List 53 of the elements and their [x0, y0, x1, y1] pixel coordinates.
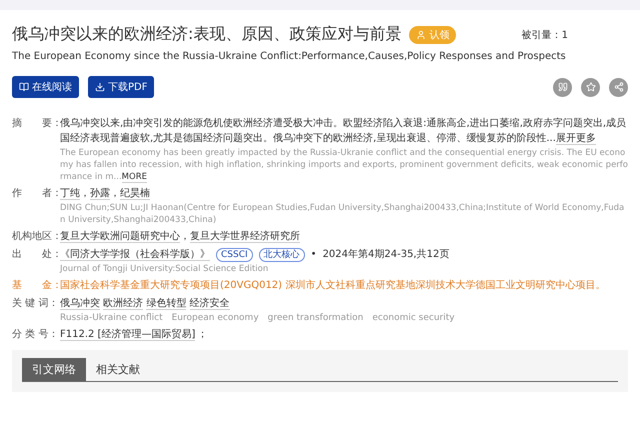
issue-info: 2024年第4期24-35,共12页	[322, 249, 450, 260]
field-label: 作 者：	[12, 186, 60, 201]
english-title: The European Economy since the Russia-Ukraine Conflict:Performance,Causes,Policy Responses and Prospects	[12, 51, 567, 62]
keyword-english: green transformation	[268, 313, 364, 323]
expand-link[interactable]: 展开更多	[556, 133, 596, 145]
separator: ，	[110, 188, 120, 199]
book-icon	[19, 82, 29, 92]
keyword-link[interactable]: 经济安全	[190, 298, 230, 310]
keyword-link[interactable]: 绿色转型	[146, 298, 186, 310]
article-title: 俄乌冲突以来的欧洲经济:表现、原因、政策应对与前景	[12, 24, 402, 45]
classification-link[interactable]: F112.2 [经济管理—国际贸易]	[60, 329, 196, 341]
more-link[interactable]: MORE	[122, 172, 147, 183]
journal-link[interactable]: 《同济大学学报（社会科学版）》	[60, 249, 210, 261]
quote-icon	[558, 82, 568, 92]
author-link[interactable]: 纪昊楠	[120, 188, 150, 200]
field-label: 机构地区：	[12, 230, 60, 244]
abstract-english: The European economy has been greatly impacted by the Russia-Ukranie conflict and the consequential energy crisis. The EU economy has fallen into recession, with high inflation, shrinking imports and exports, prominent government deficits, weak economic performance in m...MORE	[60, 147, 628, 183]
fund-text: 国家社会科学基金重大研究专项项目(20VGQ012) 深圳市人文社科重点研究基地深圳技术大学德国工业文明研究中心项目。	[60, 280, 606, 291]
index-tag: CSSCI	[216, 248, 253, 262]
field-label: 基 金：	[12, 278, 60, 293]
star-icon	[586, 82, 596, 92]
separator: ，	[80, 188, 90, 199]
read-online-button[interactable]: 在线阅读	[12, 76, 79, 98]
institution-link[interactable]: 复旦大学世界经济研究所	[190, 231, 300, 243]
field-label: 关 键 词：	[12, 296, 60, 311]
keyword-english: European economy	[172, 313, 259, 323]
abstract-chinese: 俄乌冲突以来,由冲突引发的能源危机使欧洲经济遭受极大冲击。欧盟经济陷入衰退:通胀高企,进出口萎缩,政府赤字问题突出,成员国经济表现普遍疲软,尤其是德国经济问题突出。俄乌冲突下的欧洲经济,呈现出衰退、停滞、缓慢复苏的阶段性...展开更多	[60, 116, 628, 146]
author-link[interactable]: 丁纯	[60, 188, 80, 200]
journal-english: Journal of Tongji University:Social Science Edition	[60, 263, 270, 275]
favorite-button[interactable]	[581, 78, 600, 96]
separator: ，	[180, 231, 190, 242]
share-button[interactable]	[609, 78, 628, 96]
keyword-english: Russia-Ukraine conflict	[60, 313, 163, 323]
separator: ；	[197, 329, 208, 340]
keyword-english: economic security	[372, 313, 455, 323]
tab[interactable]: 相关文献	[86, 358, 150, 381]
index-tag: 北大核心	[258, 248, 305, 262]
field-label: 分 类 号：	[12, 328, 60, 342]
cite-button[interactable]	[553, 78, 572, 96]
bullet: •	[310, 249, 317, 260]
author-details: DING Chun;SUN Lu;JI Haonan(Centre for European Studies,Fudan University,Shanghai200433,China;Institute of World Economy,Fudan University,Shanghai200433,China)	[60, 202, 626, 226]
keyword-link[interactable]: 欧洲经济	[103, 298, 144, 310]
download-icon	[95, 82, 105, 92]
keyword-link[interactable]: 俄乌冲突	[60, 298, 100, 310]
download-button[interactable]: 下载PDF	[88, 76, 154, 98]
tab[interactable]: 引文网络	[22, 358, 86, 381]
institution-link[interactable]: 复旦大学欧洲问题研究中心	[60, 231, 180, 243]
author-link[interactable]: 孙露	[90, 188, 110, 200]
field-label: 出 处：	[12, 248, 60, 262]
share-icon	[614, 82, 624, 92]
user-icon	[416, 30, 426, 40]
citation-count: 被引量：1	[522, 28, 568, 42]
field-label: 摘 要：	[12, 116, 60, 131]
